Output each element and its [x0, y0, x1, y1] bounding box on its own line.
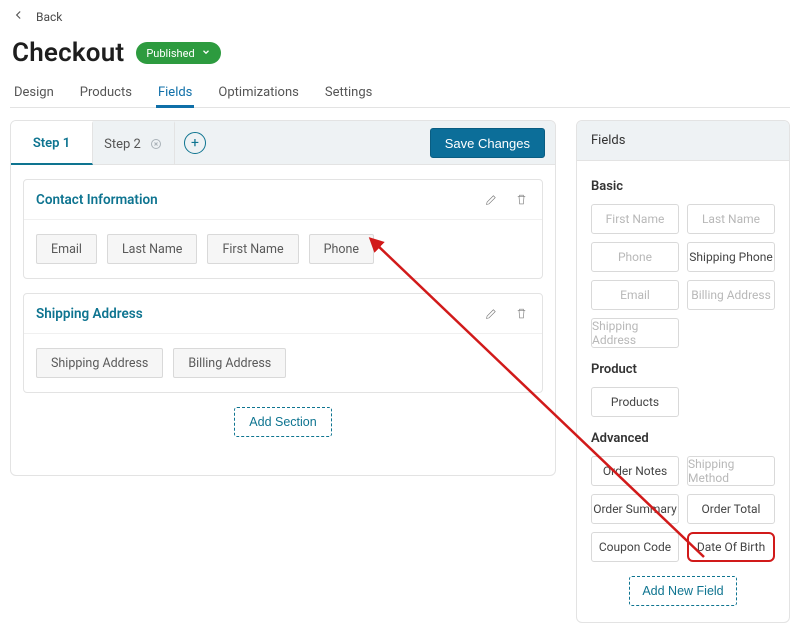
edit-icon[interactable]	[482, 305, 500, 323]
section-card: Shipping Address Shipping Address Billing …	[23, 293, 543, 393]
palette-field[interactable]: Products	[591, 387, 679, 417]
palette-field: Email	[591, 280, 679, 310]
step-tab-1[interactable]: Step 1	[11, 121, 93, 165]
palette-group-title: Product	[591, 362, 775, 377]
add-step-button[interactable]: +	[184, 132, 206, 154]
tab-settings[interactable]: Settings	[323, 80, 374, 107]
status-badge[interactable]: Published	[136, 42, 220, 64]
palette-field[interactable]: Order Total	[687, 494, 775, 524]
form-builder-panel: Step 1 Step 2 + Save Changes Contact Info…	[10, 120, 556, 476]
palette-field[interactable]: Order Summary	[591, 494, 679, 524]
back-link[interactable]: Back	[12, 8, 62, 26]
tab-products[interactable]: Products	[78, 80, 134, 107]
palette-field[interactable]: Shipping Phone	[687, 242, 775, 272]
palette-field: Phone	[591, 242, 679, 272]
edit-icon[interactable]	[482, 191, 500, 209]
field-chip[interactable]: Phone	[309, 234, 374, 264]
chevron-down-icon	[201, 47, 211, 60]
field-chip[interactable]: Billing Address	[173, 348, 286, 378]
section-title: Shipping Address	[36, 306, 143, 322]
status-label: Published	[146, 47, 194, 60]
palette-field[interactable]: Date Of Birth	[687, 532, 775, 562]
save-button[interactable]: Save Changes	[430, 128, 545, 158]
palette-field[interactable]: Coupon Code	[591, 532, 679, 562]
field-chip[interactable]: Email	[36, 234, 97, 264]
plus-icon: +	[191, 135, 199, 151]
section-title: Contact Information	[36, 192, 158, 208]
main-tabs: Design Products Fields Optimizations Setting…	[10, 80, 790, 108]
tab-design[interactable]: Design	[12, 80, 56, 107]
add-section-button[interactable]: Add Section	[234, 407, 331, 437]
palette-group-title: Basic	[591, 179, 775, 194]
field-chip[interactable]: Shipping Address	[36, 348, 163, 378]
add-new-field-button[interactable]: Add New Field	[629, 576, 736, 606]
field-chip[interactable]: First Name	[207, 234, 298, 264]
page-title: Checkout	[12, 38, 124, 68]
tab-optimizations[interactable]: Optimizations	[216, 80, 300, 107]
palette-field: Billing Address	[687, 280, 775, 310]
step-tab-2[interactable]: Step 2	[93, 121, 175, 165]
back-label: Back	[36, 10, 62, 24]
trash-icon[interactable]	[512, 305, 530, 323]
palette-group-title: Advanced	[591, 431, 775, 446]
palette-field: Shipping Address	[591, 318, 679, 348]
trash-icon[interactable]	[512, 191, 530, 209]
close-icon[interactable]	[149, 137, 163, 151]
save-label: Save Changes	[445, 136, 530, 151]
arrow-left-icon	[12, 8, 26, 26]
field-chip[interactable]: Last Name	[107, 234, 197, 264]
palette-field: Last Name	[687, 204, 775, 234]
section-card: Contact Information Email Last Name First N…	[23, 179, 543, 279]
fields-palette-panel: Fields Basic First Name Last Name Phone Ship…	[576, 120, 790, 623]
tab-fields[interactable]: Fields	[156, 80, 194, 108]
palette-field: Shipping Method	[687, 456, 775, 486]
step-label: Step 2	[104, 137, 141, 152]
palette-field: First Name	[591, 204, 679, 234]
palette-field[interactable]: Order Notes	[591, 456, 679, 486]
palette-title: Fields	[577, 121, 789, 161]
